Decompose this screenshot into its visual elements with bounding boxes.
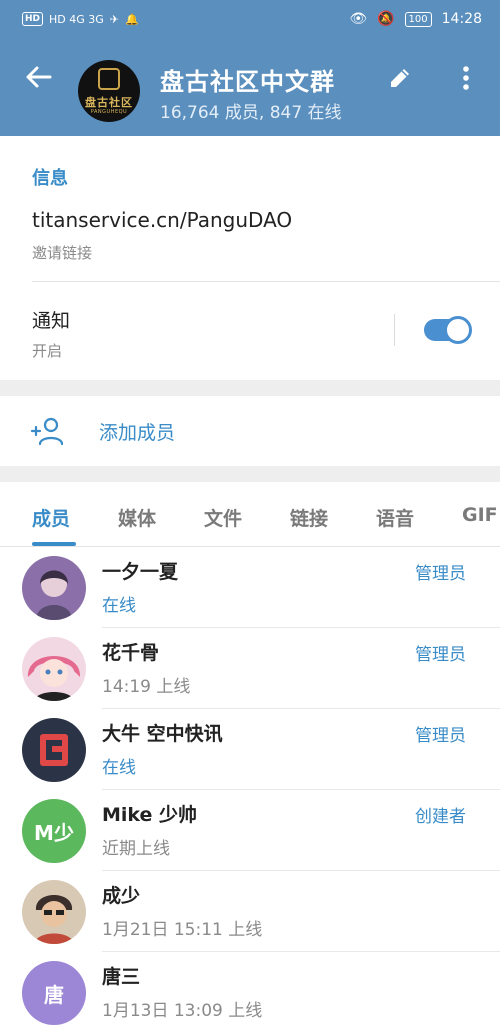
group-header: 盘古社区 PANGUHEQU 盘古社区中文群 16,764 成员, 847 在线 — [0, 38, 500, 136]
tab-gif[interactable]: GIF — [462, 504, 498, 526]
invite-link-label: 邀请链接 — [32, 244, 93, 262]
group-stats: 16,764 成员, 847 在线 — [160, 103, 342, 123]
info-section-title: 信息 — [32, 168, 68, 189]
avatar-initials: 唐 — [44, 982, 64, 1007]
tab-files[interactable]: 文件 — [204, 504, 242, 531]
status-left: HD HD 4G 3G ✈ 🔔 — [22, 12, 139, 26]
member-row[interactable]: 花千骨 14:19 上线 管理员 — [0, 628, 500, 709]
members-panel: 成员 媒体 文件 链接 语音 GIF 一夕一夏 在线 管理员 花千骨 14:19… — [0, 482, 500, 1036]
avatar: M少 — [22, 799, 86, 863]
member-name: 唐三 — [102, 966, 141, 988]
status-bar: HD HD 4G 3G ✈ 🔔 👁 🔕 100 14:28 — [0, 0, 500, 38]
divider — [32, 281, 500, 282]
signal-indicators: HD 4G 3G — [49, 12, 104, 26]
member-name: 成少 — [102, 885, 141, 907]
toggle-knob[interactable] — [444, 316, 472, 344]
add-member-row[interactable]: 添加成员 — [0, 396, 500, 466]
member-name: 花千骨 — [102, 642, 160, 664]
avatar — [22, 637, 86, 701]
member-row[interactable]: 大牛 空中快讯 在线 管理员 — [0, 709, 500, 790]
notifications-label[interactable]: 通知 — [32, 306, 70, 333]
tab-media[interactable]: 媒体 — [118, 504, 156, 531]
member-status: 1月13日 13:09 上线 — [102, 1001, 263, 1021]
member-row[interactable]: 唐 唐三 1月13日 13:09 上线 — [0, 952, 500, 1033]
hd-icon: HD — [22, 12, 44, 26]
group-avatar[interactable]: 盘古社区 PANGUHEQU — [78, 60, 140, 122]
clock: 14:28 — [441, 11, 482, 27]
group-title: 盘古社区中文群 — [160, 68, 335, 96]
tab-voice[interactable]: 语音 — [376, 504, 414, 531]
tab-members[interactable]: 成员 — [32, 504, 70, 531]
member-role: 管理员 — [415, 726, 466, 746]
status-right: 👁 🔕 100 14:28 — [349, 11, 482, 27]
mute-icon: 🔕 — [377, 11, 395, 27]
notifications-state: 开启 — [32, 342, 63, 360]
avatar-initials: M少 — [34, 820, 74, 845]
member-row[interactable]: 成少 1月21日 15:11 上线 — [0, 871, 500, 952]
vertical-separator — [394, 314, 395, 346]
avatar — [22, 880, 86, 944]
group-emblem-icon — [98, 68, 120, 90]
member-row[interactable]: M少 Mike 少帅 近期上线 创建者 — [0, 790, 500, 871]
back-arrow-icon[interactable] — [24, 62, 54, 92]
add-user-icon — [30, 417, 64, 446]
member-name: 大牛 空中快讯 — [102, 723, 223, 745]
member-status: 在线 — [102, 596, 136, 616]
tab-links[interactable]: 链接 — [290, 504, 328, 531]
notification-bell-icon: 🔔 — [125, 12, 139, 26]
invite-link[interactable]: titanservice.cn/PanguDAO — [32, 208, 292, 232]
more-options-icon[interactable] — [452, 64, 480, 92]
member-status: 1月21日 15:11 上线 — [102, 920, 263, 940]
member-role: 管理员 — [415, 564, 466, 584]
member-status: 14:19 上线 — [102, 677, 191, 697]
info-section: 信息 titanservice.cn/PanguDAO 邀请链接 通知 开启 — [0, 136, 500, 380]
member-status: 在线 — [102, 758, 136, 778]
add-member-label: 添加成员 — [99, 422, 176, 444]
telegram-icon: ✈ — [109, 12, 120, 26]
edit-pencil-icon[interactable] — [386, 64, 414, 92]
avatar — [22, 718, 86, 782]
avatar-logo-subtext: PANGUHEQU — [90, 109, 128, 115]
avatar: 唐 — [22, 961, 86, 1025]
eye-icon: 👁 — [349, 11, 368, 27]
member-role: 创建者 — [415, 807, 466, 827]
member-name: Mike 少帅 — [102, 804, 198, 826]
avatar-logo-text: 盘古社区 — [85, 96, 133, 109]
member-name: 一夕一夏 — [102, 561, 179, 583]
avatar — [22, 556, 86, 620]
battery-icon: 100 — [404, 11, 432, 27]
member-role: 管理员 — [415, 645, 466, 665]
member-status: 近期上线 — [102, 839, 170, 859]
member-row[interactable]: 一夕一夏 在线 管理员 — [0, 547, 500, 628]
